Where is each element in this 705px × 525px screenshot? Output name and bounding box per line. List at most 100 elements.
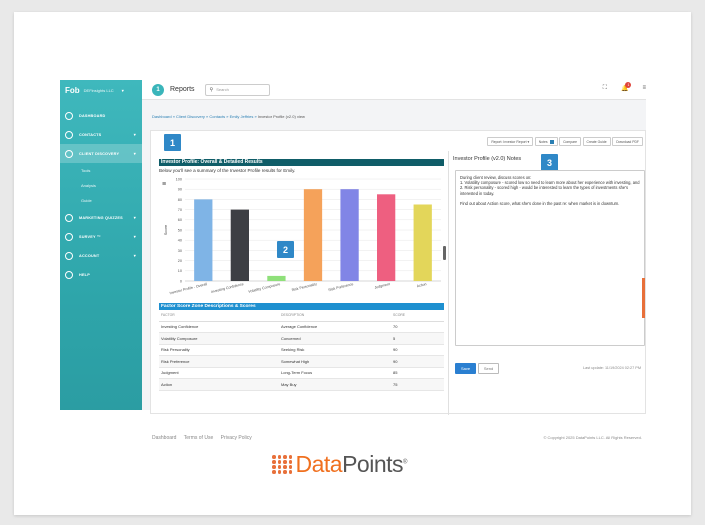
breadcrumb-contact[interactable]: Emily Jeffries bbox=[230, 114, 254, 119]
sidebar-item-label: CONTACTS bbox=[79, 132, 102, 137]
sidebar-item-client-discovery[interactable]: CLIENT DISCOVERY ▾ bbox=[60, 144, 142, 163]
y-tick-label: 0 bbox=[180, 279, 182, 283]
factor-cell: Volatility Composure bbox=[159, 332, 279, 345]
chevron-down-icon: ▾ bbox=[133, 151, 136, 156]
top-bar: 1 Reports ⚲ Search ⛶ 🔔 1 ≡ bbox=[142, 80, 646, 100]
y-tick-label: 90 bbox=[178, 188, 182, 192]
sidebar-item-dashboard[interactable]: DASHBOARD bbox=[60, 106, 142, 125]
x-tick-label: Risk Personality bbox=[291, 282, 317, 292]
chevron-down-icon: ▾ bbox=[133, 215, 136, 220]
expand-icon[interactable]: ⛶ bbox=[603, 85, 607, 92]
breadcrumb-client-discovery[interactable]: Client Discovery bbox=[176, 114, 205, 119]
compare-button[interactable]: Compare bbox=[559, 137, 582, 146]
x-tick-label: Volatility Composure bbox=[248, 282, 281, 294]
bar-risk-preference bbox=[340, 189, 359, 281]
scrollbar[interactable] bbox=[443, 246, 446, 260]
description-cell: May Buy bbox=[279, 378, 391, 391]
brand-logo[interactable]: Fob bbox=[65, 86, 80, 95]
results-column: Investor Profile: Overall & Detailed Res… bbox=[159, 159, 444, 391]
sidebar-subitem-tools[interactable]: Tools bbox=[60, 163, 142, 178]
factor-cell: Action bbox=[159, 378, 279, 391]
callout-badge-3: 3 bbox=[541, 154, 558, 171]
search-input[interactable]: ⚲ Search bbox=[204, 83, 270, 96]
firm-name[interactable]: DEFinsights LLC bbox=[84, 88, 114, 93]
sidebar-item-label: DASHBOARD bbox=[79, 113, 106, 118]
description-cell: Seeking Risk bbox=[279, 344, 391, 356]
y-tick-label: 40 bbox=[178, 239, 182, 243]
report-panel: 1 Report: Investor Report ▾ Notes Compar… bbox=[150, 130, 646, 415]
notes-toggle[interactable]: Notes bbox=[534, 137, 558, 146]
factor-cell: Risk Preference bbox=[159, 355, 279, 368]
dashboard-icon bbox=[65, 111, 73, 120]
table-row: Judgment Long-Term Focus 85 bbox=[159, 367, 444, 379]
sidebar-nav: DASHBOARD CONTACTS ▾ CLIENT DISCOVERY ▾ To… bbox=[60, 106, 142, 284]
x-tick-label: Risk Preference bbox=[328, 282, 354, 292]
table-row: Investing Confidence Average Confidence 70 bbox=[159, 321, 444, 333]
sidebar-item-account[interactable]: ACCOUNT ▾ bbox=[60, 246, 142, 265]
client-discovery-icon bbox=[65, 149, 73, 158]
chevron-down-icon[interactable]: ▾ bbox=[122, 88, 124, 93]
breadcrumb-dashboard[interactable]: Dashboard bbox=[152, 114, 172, 119]
send-button[interactable]: Send bbox=[478, 363, 499, 374]
report-toolbar: Report: Investor Report ▾ Notes Compare … bbox=[487, 137, 643, 146]
bell-icon[interactable]: 🔔 1 bbox=[621, 82, 632, 92]
download-pdf-button[interactable]: Download PDF bbox=[612, 137, 643, 146]
x-tick-label: Investor Profile - Overall bbox=[169, 282, 208, 295]
contacts-icon bbox=[65, 130, 73, 139]
save-button[interactable]: Save bbox=[455, 363, 476, 374]
bar-investing-confidence bbox=[230, 209, 249, 281]
sidebar-item-label: CLIENT DISCOVERY bbox=[79, 151, 120, 156]
logo-dots-icon bbox=[272, 455, 293, 474]
copyright: © Copyright 2025 DataPoints LLC. All Rig… bbox=[543, 435, 642, 440]
x-tick-label: Investing Confidence bbox=[211, 282, 245, 294]
sidebar-item-marketing-quizzes[interactable]: MARKETING QUIZZES ▾ bbox=[60, 208, 142, 227]
report-select[interactable]: Report: Investor Report ▾ bbox=[487, 137, 534, 146]
brand: Fob DEFinsights LLC ▾ bbox=[60, 80, 142, 100]
table-row: Risk Preference Somewhat High 90 bbox=[159, 355, 444, 368]
bar-chart-svg: ≡ 0 10 20 30 40 50 60 70 80 90 100 Score Investor Pro… bbox=[162, 177, 441, 295]
sidebar-item-survey[interactable]: SURVEY ™ ▾ bbox=[60, 227, 142, 246]
logo-text-data: Data bbox=[295, 451, 343, 477]
sidebar: Fob DEFinsights LLC ▾ DASHBOARD CONTACTS… bbox=[60, 80, 142, 410]
sidebar-item-contacts[interactable]: CONTACTS ▾ bbox=[60, 125, 142, 144]
bar-judgment bbox=[377, 194, 396, 281]
create-guide-button[interactable]: Create Guide bbox=[582, 137, 611, 146]
breadcrumb: Dashboard » Client Discovery » Contacts … bbox=[152, 114, 305, 119]
menu-icon[interactable]: ≡ bbox=[642, 85, 646, 92]
score-cell: 90 bbox=[391, 355, 444, 368]
breadcrumb-contacts[interactable]: Contacts bbox=[209, 114, 225, 119]
column-divider bbox=[448, 151, 449, 415]
score-cell: 75 bbox=[391, 378, 444, 391]
table-row: Action May Buy 75 bbox=[159, 378, 444, 391]
sidebar-subitem-guide[interactable]: Guide bbox=[60, 193, 142, 208]
notes-toggle-label: Notes bbox=[538, 139, 548, 144]
chevron-down-icon: ▾ bbox=[133, 253, 136, 258]
results-heading: Investor Profile: Overall & Detailed Res… bbox=[159, 159, 444, 166]
last-updated: Last update: 11/19/2024 02:27 PM bbox=[583, 366, 641, 370]
description-cell: Average Confidence bbox=[279, 321, 391, 333]
y-tick-label: 100 bbox=[176, 177, 182, 181]
search-placeholder: Search bbox=[216, 87, 229, 92]
description-cell: Somewhat High bbox=[279, 355, 391, 368]
score-chart: ≡ 0 10 20 30 40 50 60 70 80 90 100 Score Investor Pro… bbox=[159, 173, 444, 303]
score-cell: 70 bbox=[391, 321, 444, 333]
feedback-tab[interactable] bbox=[642, 278, 645, 318]
quiz-icon bbox=[65, 213, 73, 222]
factor-cell: Judgment bbox=[159, 367, 279, 379]
breadcrumb-current: Investor Profile (v2.0) view bbox=[257, 114, 305, 119]
bar-risk-personality bbox=[303, 189, 323, 281]
table-row: Risk Personality Seeking Risk 90 bbox=[159, 344, 444, 356]
bar-volatility-composure bbox=[267, 275, 286, 281]
description-cell: Long-Term Focus bbox=[279, 367, 391, 379]
sidebar-subitem-analysis[interactable]: Analysis bbox=[60, 178, 142, 193]
factor-rows: Investing Confidence Average Confidence 70… bbox=[159, 321, 444, 391]
notes-textarea[interactable]: During client review, discuss scores on:… bbox=[455, 170, 645, 346]
logo-trademark: ® bbox=[403, 459, 407, 466]
checkbox-checked-icon bbox=[549, 139, 554, 144]
footer-link-privacy[interactable]: Privacy Policy bbox=[221, 435, 252, 441]
footer-link-dashboard[interactable]: Dashboard bbox=[152, 435, 176, 441]
footer-link-terms[interactable]: Terms of Use bbox=[184, 435, 213, 441]
score-cell: 90 bbox=[391, 344, 444, 356]
sidebar-item-label: ACCOUNT bbox=[79, 253, 100, 258]
sidebar-item-help[interactable]: HELP bbox=[60, 265, 142, 284]
